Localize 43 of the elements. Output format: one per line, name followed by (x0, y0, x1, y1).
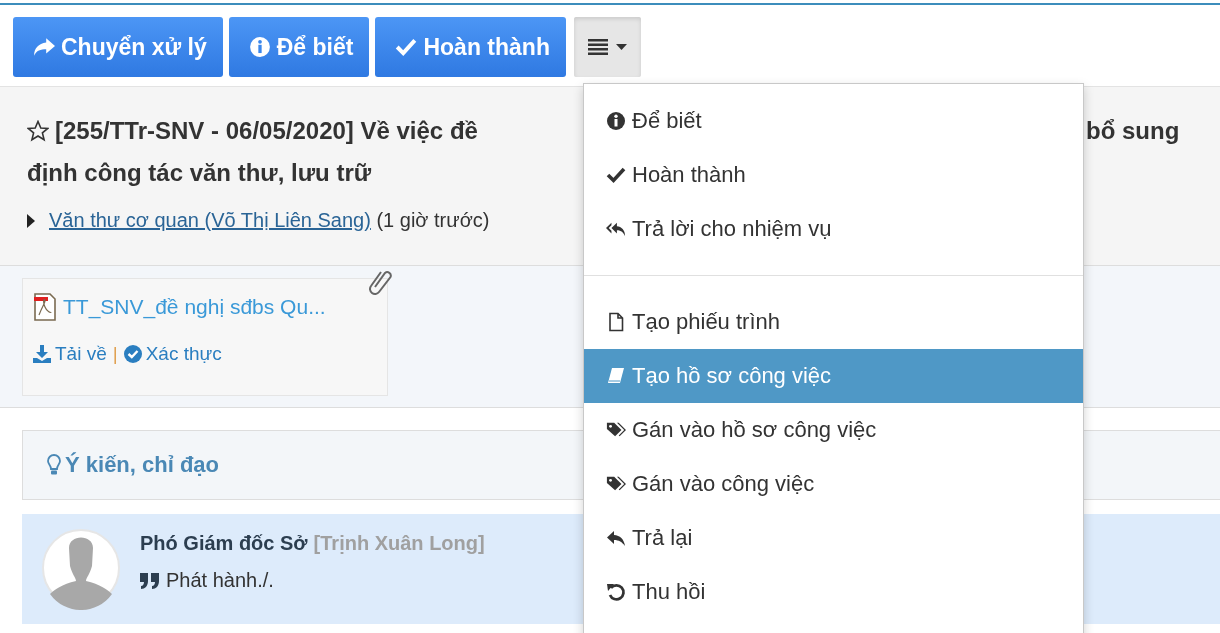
menu-toggle-button[interactable] (573, 17, 641, 77)
reply-icon (606, 528, 626, 548)
avatar-icon (42, 526, 120, 610)
menu-item[interactable]: Thu hồi (584, 565, 1083, 619)
check-icon (395, 36, 418, 58)
file-icon (606, 312, 626, 332)
pdf-file-icon (33, 293, 57, 321)
toolbar-button[interactable]: Để biết (228, 17, 370, 77)
menu-item[interactable]: Tạo phiếu trình (584, 295, 1083, 349)
verify-link[interactable]: Xác thực (123, 343, 222, 365)
list-icon (587, 39, 608, 55)
menu-item[interactable]: Hoàn thành (584, 148, 1083, 202)
comment-text: Phát hành./. (166, 569, 274, 592)
share-arrow-icon (33, 36, 55, 58)
check-icon (606, 165, 626, 185)
sent-time: (1 giờ trước) (376, 209, 490, 231)
panel-title: Ý kiến, chỉ đạo (65, 452, 220, 478)
book-icon (606, 366, 626, 386)
download-icon (33, 345, 51, 363)
star-icon[interactable] (27, 120, 49, 142)
menu-item[interactable]: Để biết (584, 94, 1083, 148)
lightbulb-icon (47, 454, 61, 476)
menu-item[interactable]: Gán vào hồ sơ công việc (584, 403, 1083, 457)
document-title: định công tác văn thư, lưu trữ (27, 158, 372, 188)
commenter-role: Phó Giám đốc Sở (140, 532, 308, 555)
document-title: bổ sung (1086, 117, 1181, 145)
commenter-name: [Trịnh Xuân Long] (313, 532, 485, 555)
info-icon (606, 111, 626, 131)
sender-link[interactable]: Văn thư cơ quan (Võ Thị Liên Sang) (49, 209, 371, 231)
menu-item[interactable]: Gán vào công việc (584, 457, 1083, 511)
caret-right-icon[interactable] (27, 213, 35, 228)
download-link[interactable]: Tải về (33, 343, 107, 365)
quote-icon (140, 572, 160, 589)
info-icon (248, 36, 271, 58)
document-title: [255/TTr-SNV - 06/05/2020] Về việc đề (55, 117, 478, 145)
check-circle-icon (123, 345, 142, 363)
toolbar-button[interactable]: Hoàn thành (375, 17, 566, 77)
menu-item[interactable]: Trả lại (584, 511, 1083, 565)
undo-icon (606, 582, 626, 602)
caret-down-icon (615, 44, 627, 50)
toolbar-button[interactable]: Chuyển xử lý (13, 17, 223, 77)
menu-item[interactable]: Trả lời cho nhiệm vụ (584, 202, 1083, 256)
separator-text: | (112, 343, 118, 365)
